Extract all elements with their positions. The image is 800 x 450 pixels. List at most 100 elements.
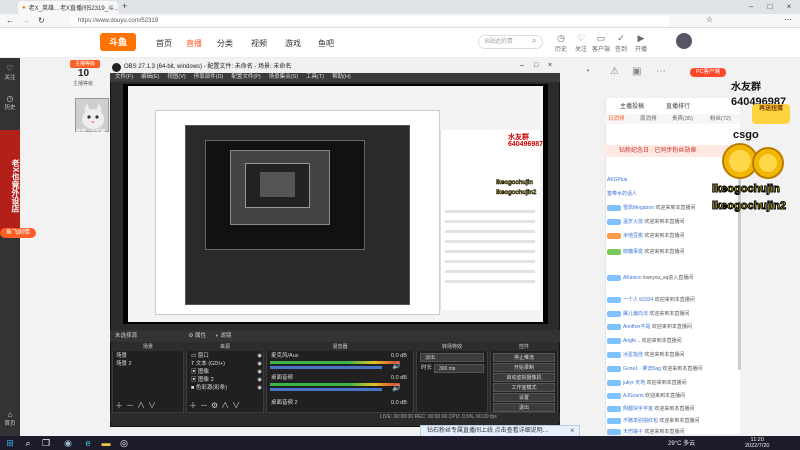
image-source-icon: ▣: [191, 369, 197, 375]
settings-button[interactable]: 设置: [493, 393, 555, 402]
menu-profile[interactable]: 配置文件(P): [231, 74, 260, 80]
obs-minimize-icon[interactable]: –: [520, 62, 524, 69]
nav-category[interactable]: 分类: [217, 38, 233, 49]
forward-icon[interactable]: →: [22, 16, 30, 25]
client-download-icon[interactable]: ▣: [632, 66, 641, 77]
sidebar-item-follow[interactable]: ♡ 关注: [0, 64, 20, 81]
address-bar[interactable]: https://www.douyu.com/52319: [70, 16, 670, 26]
weather-widget[interactable]: 29°C 多云: [668, 438, 695, 447]
favorites-star-icon[interactable]: ☆: [706, 15, 713, 24]
user-avatar[interactable]: [676, 33, 692, 49]
start-recording-button[interactable]: 开始录制: [493, 363, 555, 372]
no-source-label: 未选择源: [115, 333, 138, 339]
tab-daily-rank[interactable]: 日消排: [608, 114, 625, 122]
banner-close-icon[interactable]: ×: [570, 426, 575, 435]
gold-promo-badge[interactable]: 再送扭蛋: [752, 104, 790, 124]
history-icon[interactable]: ◷ 历史: [552, 33, 570, 53]
obs-maximize-icon[interactable]: □: [534, 62, 538, 69]
douyu-logo[interactable]: 斗鱼: [100, 33, 136, 51]
report-icon[interactable]: ⚠: [610, 66, 619, 77]
new-tab-button[interactable]: +: [122, 1, 127, 11]
menu-view[interactable]: 视图(V): [167, 74, 185, 80]
properties-button[interactable]: ⚙ 属性: [189, 333, 206, 339]
client-icon[interactable]: ▭ 客户端: [592, 33, 610, 53]
mixer-track-name: 麦克风/Aux: [271, 353, 299, 359]
transition-select[interactable]: 淡出: [420, 353, 484, 362]
source-controls[interactable]: ＋－⚙∧∨: [189, 400, 243, 411]
menu-file[interactable]: 文件(F): [115, 74, 133, 80]
volume-slider[interactable]: [270, 388, 382, 391]
share-icon[interactable]: ◔: [584, 66, 590, 77]
maximize-window-icon[interactable]: □: [761, 1, 779, 13]
fish-button[interactable]: 鱼飞剧情: [0, 228, 36, 238]
nested-name-2: lkeogochujin2: [496, 190, 537, 197]
stop-streaming-button[interactable]: 停止推流: [493, 353, 555, 362]
filters-button[interactable]: ◐ 滤镜: [216, 333, 232, 339]
visibility-eye-icon[interactable]: ◉: [257, 384, 262, 392]
task-view-icon[interactable]: ❐: [40, 437, 52, 449]
menu-docks[interactable]: 停靠部件(D): [194, 74, 224, 80]
edge-browser-icon[interactable]: e: [82, 437, 94, 449]
checkin-icon[interactable]: ✓ 签到: [612, 33, 630, 53]
chat-line: 温岁火烧 欢迎来到本直播间: [607, 218, 740, 226]
virtual-camera-button[interactable]: 启动虚拟摄像机: [493, 373, 555, 382]
mute-speaker-icon[interactable]: 🔊: [392, 362, 401, 370]
studio-mode-button[interactable]: 工作室模式: [493, 383, 555, 392]
scene-item[interactable]: 场景 2: [113, 360, 183, 368]
nav-game[interactable]: 游戏: [285, 38, 301, 49]
menu-scene-collection[interactable]: 场景集合(S): [269, 74, 298, 80]
windows-start-icon[interactable]: ⊞: [4, 437, 16, 449]
visibility-eye-icon[interactable]: ◉: [257, 368, 262, 376]
obs-close-icon[interactable]: ×: [548, 62, 552, 69]
search-icon[interactable]: ⌕: [532, 36, 536, 46]
chat-line: Gone1 · 雾流5ag 欢迎来到本直播间: [607, 365, 740, 373]
streamer-cat-avatar[interactable]: [75, 98, 109, 132]
obs-taskbar-icon[interactable]: ◎: [118, 437, 130, 449]
mute-speaker-icon[interactable]: 🔊: [392, 384, 401, 392]
sidebar-item-history[interactable]: ◷ 历史: [0, 94, 20, 111]
duration-input[interactable]: 300 ms: [434, 364, 484, 373]
menu-help[interactable]: 帮助(H): [332, 74, 351, 80]
shop-banner[interactable]: 老X也竟外设店: [0, 130, 20, 235]
nav-live[interactable]: 直播: [186, 38, 202, 49]
tab-streamer-post[interactable]: 主播投稿: [620, 101, 644, 110]
chat-line: 天伤娘子 欢迎来到本直播间: [607, 428, 740, 436]
nested-chat-line: [445, 220, 535, 223]
tab-fans[interactable]: 粉丝(72): [710, 114, 731, 122]
minimize-window-icon[interactable]: –: [742, 1, 760, 13]
menu-edit[interactable]: 编辑(E): [141, 74, 159, 80]
pc-client-button[interactable]: PC客户端: [690, 68, 726, 77]
scene-item[interactable]: 场景: [113, 352, 183, 360]
source-item[interactable]: ▭ 窗口 ◉: [188, 352, 262, 360]
source-item[interactable]: ▣ 图像 ◉: [188, 368, 262, 376]
visibility-eye-icon[interactable]: ◉: [257, 360, 262, 368]
sidebar-item-home[interactable]: ⌂ 首页: [0, 410, 20, 427]
menu-tools[interactable]: 工具(T): [306, 74, 324, 80]
system-clock[interactable]: 11:20 2022/7/20: [745, 437, 769, 449]
taskbar-search-icon[interactable]: ⌕: [22, 437, 34, 449]
follow-icon[interactable]: ♡ 关注: [572, 33, 590, 53]
steam-app-icon[interactable]: ◉: [62, 437, 74, 449]
close-window-icon[interactable]: ×: [780, 1, 798, 13]
volume-slider[interactable]: [270, 366, 382, 369]
tab-live-rank[interactable]: 直播排行: [666, 101, 690, 110]
nav-home[interactable]: 首页: [156, 38, 172, 49]
tab-vip[interactable]: 贵宾(35): [672, 114, 693, 122]
scene-controls[interactable]: ＋－∧∨: [115, 400, 159, 411]
more-icon[interactable]: ⋯: [656, 66, 666, 77]
browser-menu-icon[interactable]: ⋯: [784, 15, 792, 24]
source-item[interactable]: ▣ 图像 2 ◉: [188, 376, 262, 384]
source-item[interactable]: ■ 色彩源(彩条) ◉: [188, 384, 262, 392]
nav-video[interactable]: 视频: [251, 38, 267, 49]
nav-fishbar[interactable]: 鱼吧: [318, 38, 334, 49]
back-icon[interactable]: ←: [6, 16, 14, 25]
exit-button[interactable]: 退出: [493, 403, 555, 412]
browser-tab-active[interactable]: ● 老X_英雄…老X直播间52319_斗… ×: [18, 1, 118, 14]
explorer-folder-icon[interactable]: ▬: [100, 437, 112, 449]
visibility-eye-icon[interactable]: ◉: [257, 376, 262, 384]
source-item[interactable]: T 文本 (GDI+) ◉: [188, 360, 262, 368]
refresh-icon[interactable]: ↻: [38, 16, 45, 25]
go-live-icon[interactable]: ▶ 开播: [632, 33, 650, 53]
tab-weekly-rank[interactable]: 周消排: [640, 114, 657, 122]
visibility-eye-icon[interactable]: ◉: [257, 352, 262, 360]
